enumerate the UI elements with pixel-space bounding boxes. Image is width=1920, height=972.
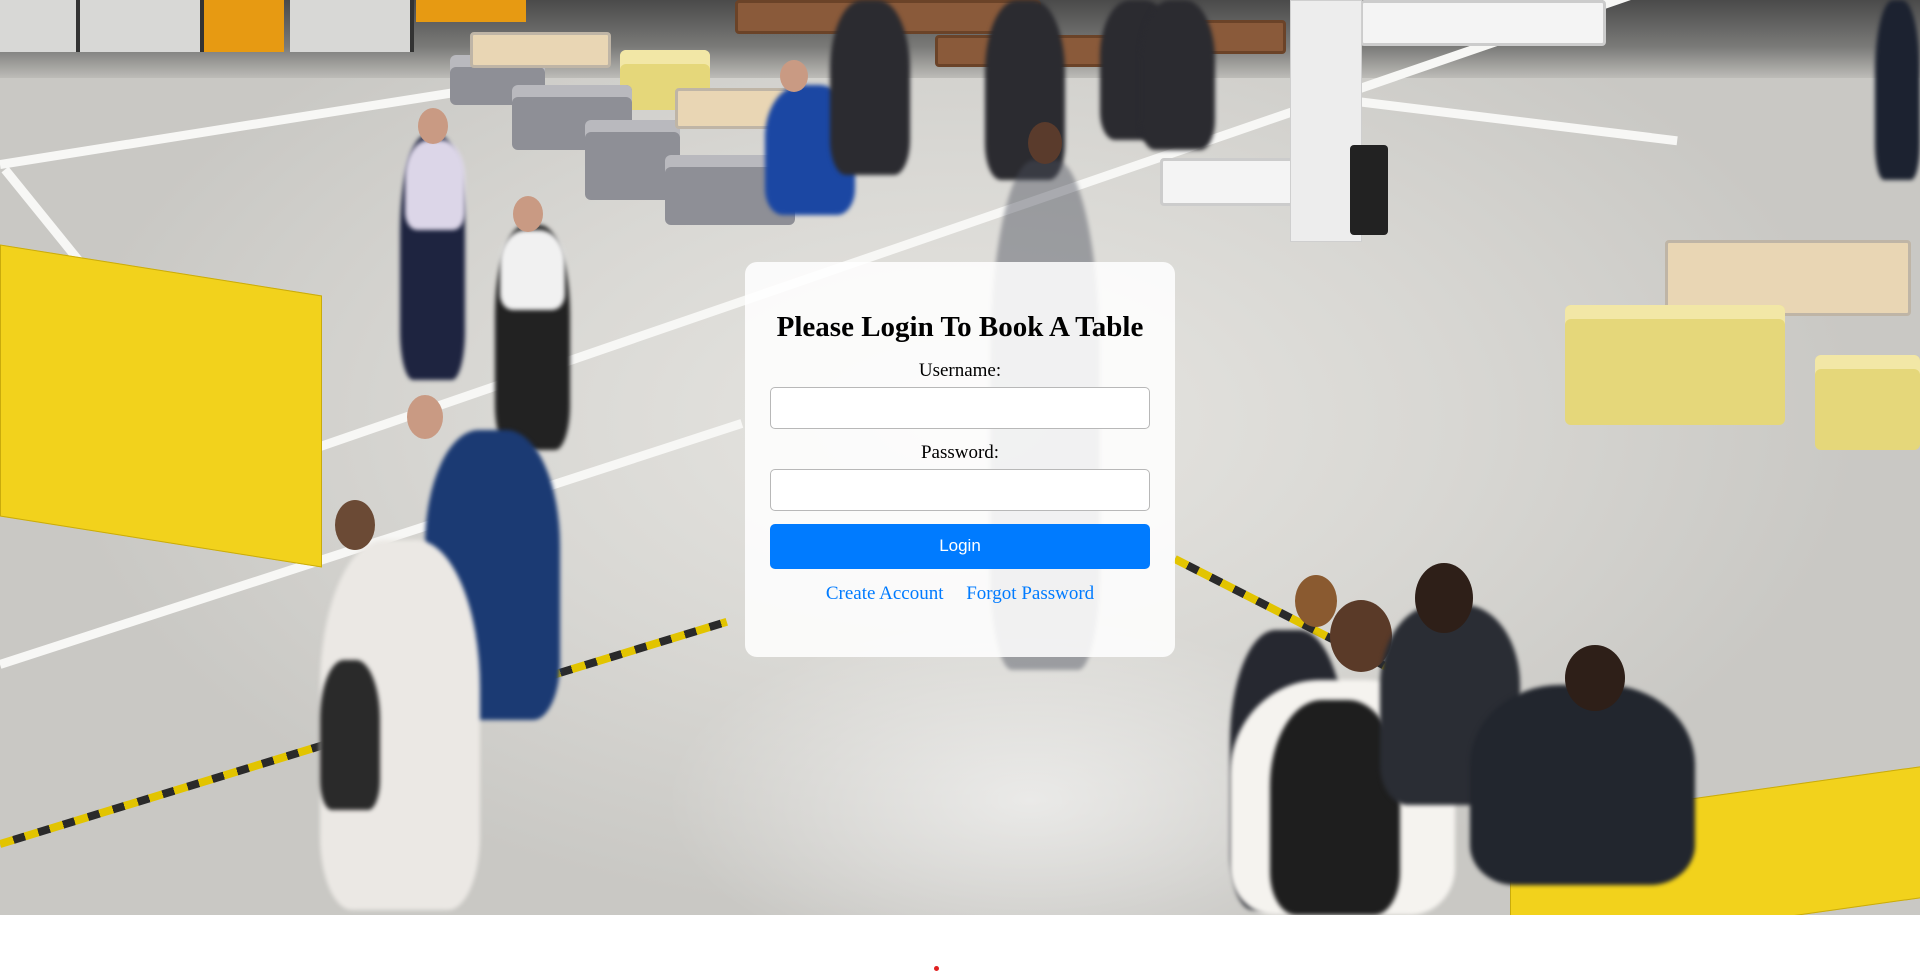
login-card: Please Login To Book A Table Username: P… — [745, 262, 1175, 657]
person — [405, 140, 465, 230]
forgot-password-link[interactable]: Forgot Password — [966, 583, 1094, 604]
password-label: Password: — [920, 441, 1000, 463]
person-head — [407, 395, 443, 439]
person — [1470, 685, 1695, 885]
bin — [1350, 145, 1388, 235]
wall-window — [290, 0, 414, 52]
person-head — [780, 60, 808, 92]
yellow-panel — [0, 244, 322, 568]
wall-panel-orange — [416, 0, 526, 22]
wall-window — [80, 0, 204, 52]
auth-links: Create Account Forgot Password — [770, 583, 1150, 605]
login-button[interactable]: Login — [770, 523, 1150, 569]
person — [1875, 0, 1920, 180]
password-input[interactable] — [770, 468, 1150, 511]
login-title: Please Login To Book A Table — [776, 311, 1144, 343]
person-head — [1295, 575, 1337, 627]
person — [320, 660, 380, 810]
create-account-link[interactable]: Create Account — [826, 583, 944, 604]
person-head — [1565, 645, 1625, 711]
table — [1360, 0, 1606, 46]
username-input[interactable] — [770, 386, 1150, 429]
person-head — [418, 108, 448, 144]
wall-panel-orange — [204, 0, 284, 52]
person — [1140, 0, 1215, 150]
person — [500, 230, 565, 310]
username-label: Username: — [918, 359, 1002, 381]
person-head — [1028, 122, 1062, 164]
status-dot — [934, 966, 939, 971]
person — [830, 0, 910, 175]
wall-window — [0, 0, 80, 52]
person-head — [335, 500, 375, 550]
table — [470, 32, 611, 68]
seat-block — [1565, 305, 1785, 425]
person-head — [513, 196, 543, 232]
seat-block — [1815, 355, 1920, 450]
person-head — [1415, 563, 1473, 633]
